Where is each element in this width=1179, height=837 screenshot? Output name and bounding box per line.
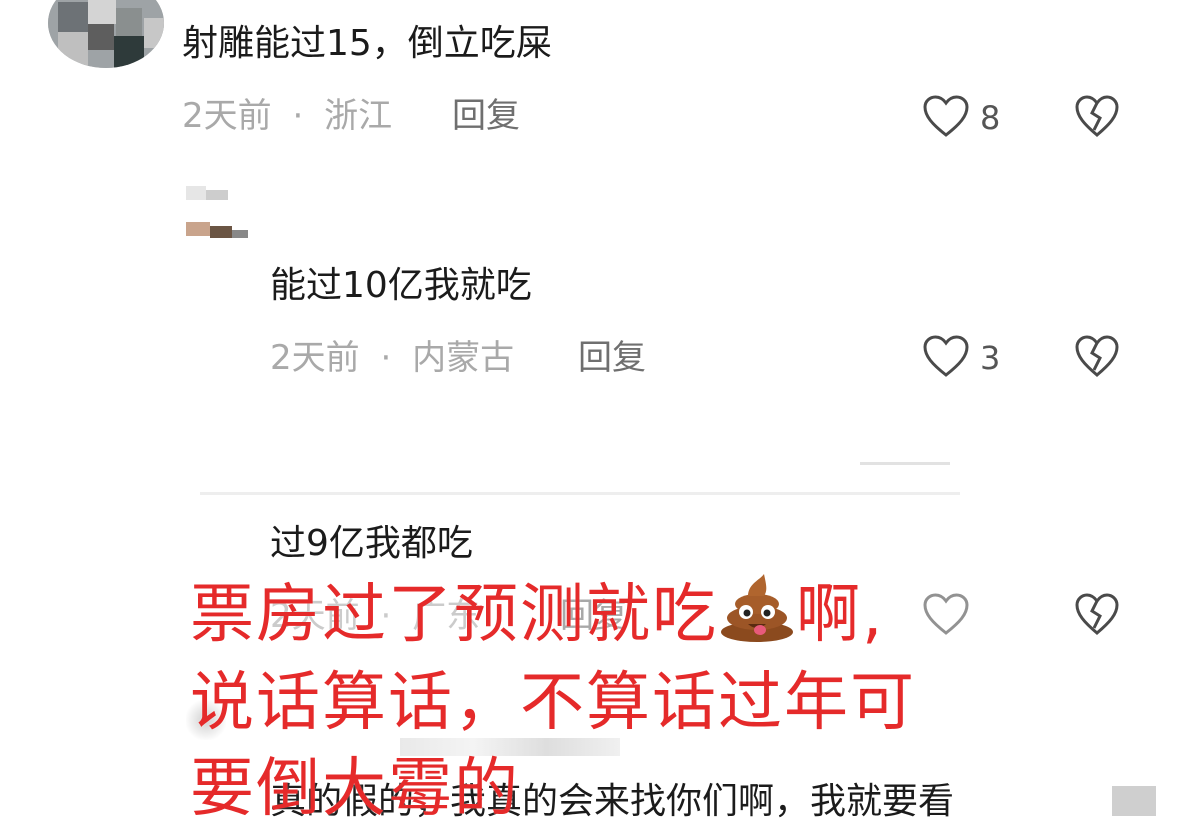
overlay-text: 啊, [796, 578, 885, 652]
avatar[interactable] [48, 0, 164, 68]
poop-emoji-icon [718, 572, 796, 642]
broken-heart-icon[interactable] [1074, 94, 1120, 138]
divider [860, 462, 950, 465]
avatar[interactable] [186, 186, 250, 244]
comment-location: 内蒙古 [412, 338, 515, 378]
meta-separator: · [292, 96, 304, 136]
comment-text: 能过10亿我就吃 [270, 265, 532, 306]
overlay-caption-line-2: 说话算话，不算话过年可 [190, 666, 916, 740]
heart-outline-icon[interactable] [922, 334, 970, 378]
comment-meta: 2天前 · 内蒙古 [270, 338, 514, 378]
overlay-caption-line-1: 票房过了预测就吃 啊, [190, 572, 884, 656]
like-count: 3 [980, 339, 1001, 377]
redacted-text [1112, 786, 1156, 816]
broken-heart-icon[interactable] [1074, 334, 1120, 378]
reply-button[interactable]: 回复 [452, 96, 520, 136]
overlay-text: 票房过了预测就吃 [190, 578, 718, 652]
overlay-caption-line-3: 要倒大霉的 [190, 752, 520, 826]
comment-time: 2天前 [270, 338, 360, 378]
heart-outline-icon[interactable] [922, 94, 970, 138]
comment-text: 过9亿我都吃 [270, 523, 473, 564]
comment-time: 2天前 [182, 96, 272, 136]
comment-location: 浙江 [324, 96, 393, 136]
like-count: 8 [980, 99, 1001, 137]
comment-meta: 2天前 · 浙江 [182, 96, 392, 136]
comment-text: 射雕能过15，倒立吃屎 [182, 23, 552, 64]
heart-outline-icon[interactable] [922, 592, 970, 636]
reply-button[interactable]: 回复 [578, 338, 646, 378]
broken-heart-icon[interactable] [1074, 592, 1120, 636]
divider [200, 492, 960, 495]
meta-separator: · [380, 338, 392, 378]
